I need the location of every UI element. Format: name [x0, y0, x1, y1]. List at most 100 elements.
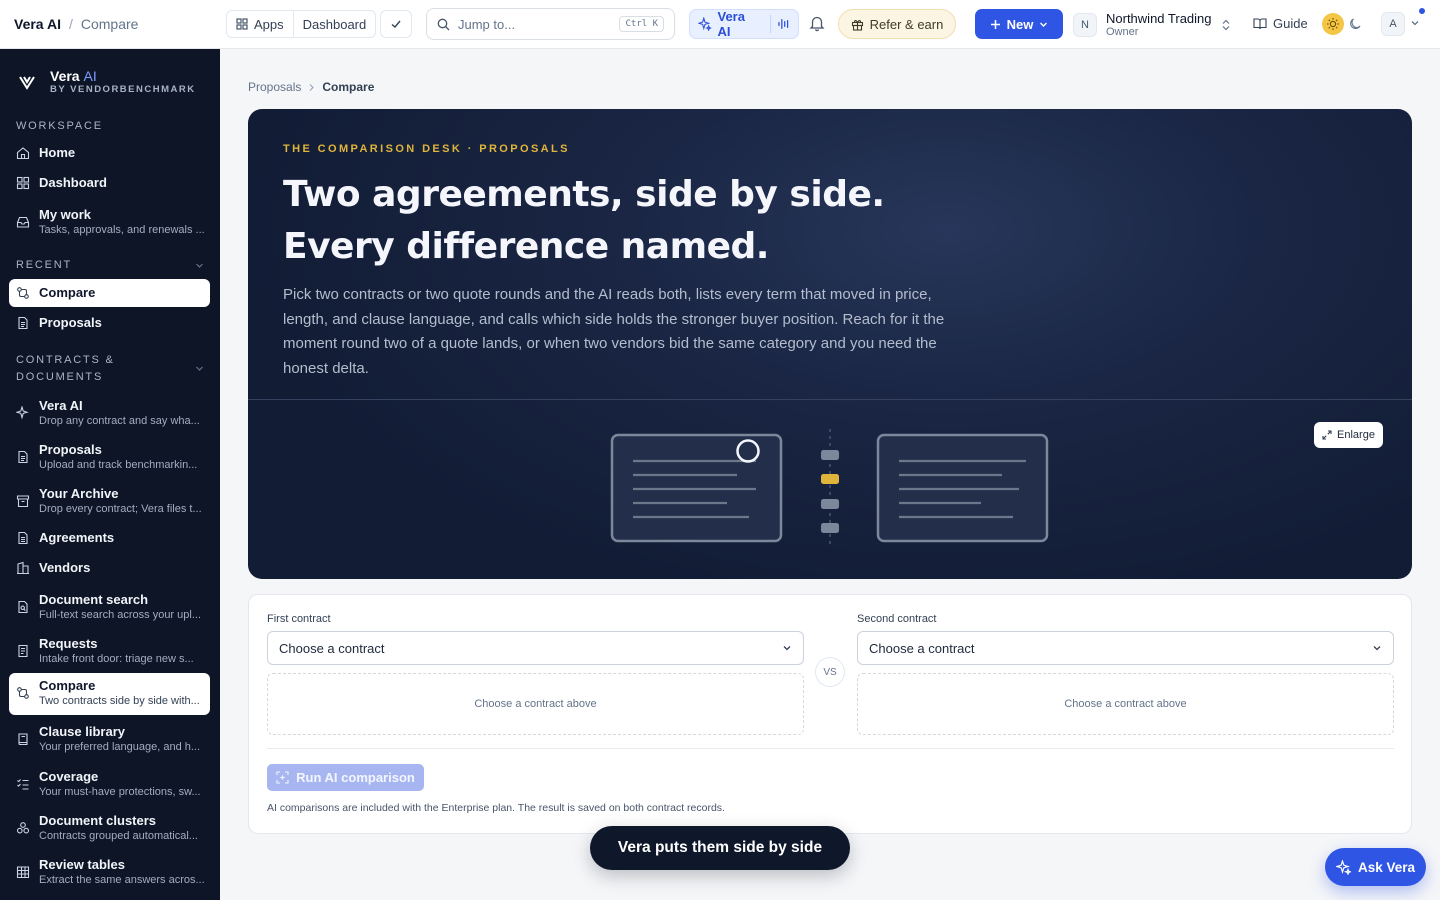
chevron-down-icon [1373, 646, 1381, 651]
sidebar-item-label: Home [39, 145, 76, 160]
tasks-check-button[interactable] [380, 10, 412, 38]
sidebar-item-description: Two contracts side by side with... [39, 695, 200, 707]
sidebar-item-agreements[interactable]: Agreements [9, 524, 210, 552]
theme-toggle[interactable] [1322, 12, 1368, 36]
jump-to-search[interactable]: Jump to... Ctrl K [426, 8, 675, 40]
comparison-illustration [610, 429, 1049, 544]
first-contract-preview: Choose a contract above [267, 673, 804, 735]
sidebar-item-vendors[interactable]: Vendors [9, 554, 210, 582]
org-badge: N [1073, 13, 1097, 37]
run-ai-comparison-button[interactable]: Run AI comparison [267, 764, 424, 791]
sparkle-icon [698, 17, 712, 31]
dashboard-button[interactable]: Dashboard [292, 11, 376, 37]
table-icon [16, 866, 30, 879]
enlarge-button[interactable]: Enlarge [1314, 422, 1383, 448]
request-icon [18, 644, 28, 658]
compare-form-panel: First contract Choose a contract Choose … [248, 594, 1412, 834]
vera-ai-button[interactable]: Vera AI [689, 9, 799, 39]
sidebar-item-your-archive[interactable]: Your Archive Drop every contract; Vera fi… [9, 481, 210, 523]
current-page-label: Compare [80, 16, 139, 32]
second-contract-select[interactable]: Choose a contract [857, 631, 1394, 665]
user-avatar[interactable]: A [1381, 12, 1405, 36]
organization-switcher[interactable]: N Northwind Trading Owner [1073, 9, 1231, 41]
ask-vera-label: Ask Vera [1357, 859, 1416, 875]
voice-waveform-icon[interactable] [777, 17, 791, 31]
guide-label: Guide [1273, 16, 1308, 31]
sidebar-item-dashboard[interactable]: Dashboard [9, 169, 210, 197]
sidebar-item-vera-ai[interactable]: Vera AI Drop any contract and say wha... [9, 393, 210, 435]
notifications-bell-icon[interactable] [808, 14, 826, 37]
app-name-link[interactable]: Vera AI [14, 16, 61, 32]
brand[interactable]: Vera AI BY VENDORBENCHMARK [18, 69, 196, 95]
file-search-icon [18, 600, 28, 614]
chevron-right-icon [309, 83, 315, 91]
sidebar-item-requests[interactable]: Requests Intake front door: triage new s.… [9, 631, 210, 673]
ask-vera-button[interactable]: Ask Vera [1325, 848, 1426, 886]
first-contract-value: Choose a contract [279, 640, 385, 656]
sidebar-recent-proposals[interactable]: Proposals [9, 309, 210, 337]
form-divider [267, 748, 1394, 749]
hero-eyebrow: THE COMPARISON DESK · PROPOSALS [283, 143, 570, 155]
second-contract-label: Second contract [857, 613, 937, 625]
sidebar-item-label: Requests [39, 636, 98, 651]
sidebar-recent-compare[interactable]: Compare [9, 279, 210, 307]
dashboard-label: Dashboard [302, 16, 367, 32]
enterprise-plan-note: AI comparisons are included with the Ent… [267, 802, 725, 814]
search-placeholder: Jump to... [458, 16, 516, 32]
guide-button[interactable]: Guide [1253, 16, 1308, 31]
page-title: Two agreements, side by side. Every diff… [283, 174, 885, 267]
sidebar-item-label: Coverage [39, 769, 99, 784]
apps-dashboard-switcher: Apps Dashboard [226, 10, 377, 38]
brand-ai: AI [83, 68, 97, 84]
scan-sparkle-icon [276, 771, 289, 784]
inbox-icon [16, 216, 30, 228]
moon-icon [1350, 18, 1361, 30]
sidebar-item-label: Compare [39, 285, 96, 300]
compare-icon [17, 687, 29, 699]
sidebar-item-clause-library[interactable]: Clause library Your preferred language, a… [9, 719, 210, 761]
sidebar-item-home[interactable]: Home [9, 139, 210, 167]
sidebar-item-compare[interactable]: Compare Two contracts side by side with..… [9, 673, 210, 715]
recent-label: RECENT [16, 259, 73, 271]
grid-icon [16, 176, 30, 190]
vs-badge: VS [815, 657, 845, 687]
refer-label: Refer & earn [869, 16, 944, 32]
sidebar-item-document-search[interactable]: Document search Full-text search across y… [9, 587, 210, 629]
sidebar-item-label: Proposals [39, 315, 102, 330]
sidebar-item-description: Upload and track benchmarkin... [39, 459, 198, 471]
sidebar-item-proposals[interactable]: Proposals Upload and track benchmarkin... [9, 437, 210, 479]
brand-text: Vera AI BY VENDORBENCHMARK [50, 68, 196, 96]
sidebar-item-description: Full-text search across your upl... [39, 609, 202, 621]
breadcrumb-proposals-link[interactable]: Proposals [248, 80, 301, 94]
first-contract-select[interactable]: Choose a contract [267, 631, 804, 665]
vera-ai-label: Vera AI [717, 9, 745, 39]
building-icon [17, 561, 29, 575]
contracts-section-label[interactable]: CONTRACTS & DOCUMENTS [16, 352, 204, 386]
sidebar-item-description: Contracts grouped automatical... [39, 830, 198, 842]
sidebar-item-coverage[interactable]: Coverage Your must-have protections, sw..… [9, 764, 210, 806]
refer-and-earn-button[interactable]: Refer & earn [838, 9, 956, 39]
expand-icon [1322, 430, 1332, 440]
workspace-label: WORKSPACE [16, 120, 103, 132]
apps-button[interactable]: Apps [227, 11, 293, 37]
recent-section-label[interactable]: RECENT [16, 257, 204, 274]
sidebar-item-my-work[interactable]: My work Tasks, approvals, and renewals .… [9, 202, 210, 244]
sidebar-item-document-clusters[interactable]: Document clusters Contracts grouped autom… [9, 808, 210, 850]
new-button[interactable]: New [975, 9, 1063, 39]
app-breadcrumb: Vera AI / Compare [14, 16, 138, 32]
sidebar-item-description: Tasks, approvals, and renewals ... [39, 224, 205, 236]
sidebar-item-label: My work [39, 207, 92, 222]
second-contract-preview: Choose a contract above [857, 673, 1394, 735]
chevron-down-icon [783, 646, 791, 651]
sidebar-item-description: Your must-have protections, sw... [39, 786, 201, 798]
vera-logo-icon [19, 76, 35, 90]
sidebar-item-review-tables[interactable]: Review tables Extract the same answers ac… [9, 852, 210, 894]
sidebar-item-description: Drop every contract; Vera files t... [39, 503, 202, 515]
sidebar-item-label: Clause library [39, 724, 125, 739]
open-book-icon [1253, 18, 1267, 30]
user-menu-chevron-icon[interactable] [1410, 18, 1420, 28]
chevron-down-icon [1040, 22, 1048, 27]
brand-tagline: BY VENDORBENCHMARK [50, 84, 196, 95]
org-info: Northwind Trading Owner [1106, 11, 1212, 39]
chevron-down-icon [196, 263, 203, 268]
